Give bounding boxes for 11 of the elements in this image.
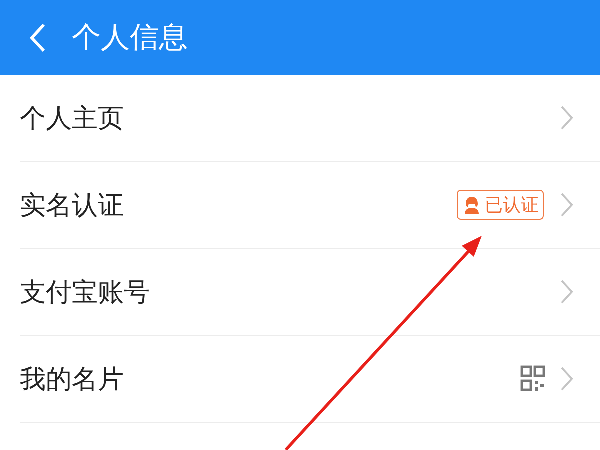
settings-row[interactable]: 个人主页 [20,75,600,162]
page-title: 个人信息 [72,18,188,56]
chevron-icon [560,192,574,218]
chevron-icon [560,279,574,305]
chevron-icon [560,105,574,131]
settings-row[interactable]: 支付宝账号 [20,249,600,336]
settings-row[interactable]: 我的名片 [20,336,600,423]
back-icon[interactable] [28,22,48,52]
qr-code-icon [520,365,546,393]
chevron-icon [560,366,574,392]
verified-badge: 已认证 [457,190,544,220]
